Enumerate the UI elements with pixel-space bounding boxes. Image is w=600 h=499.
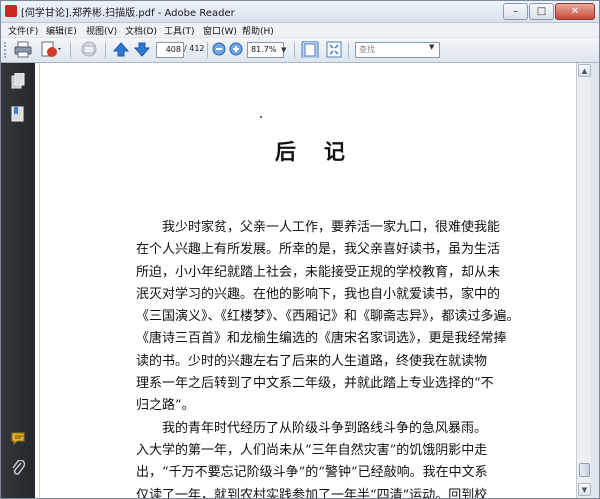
paperclip-icon[interactable] [11,460,25,476]
document-area[interactable]: 后记 我少时家贫，父亲一人工作，要养活一家九口，很难使我能在个人兴趣上有所发展。… [35,63,576,498]
email-icon[interactable] [79,41,99,58]
menu-edit[interactable]: 编辑(E) [46,24,77,37]
text-line: 在个人兴趣上有所发展。所幸的是，我父亲喜好读书，虽为生活 [136,242,501,258]
maximize-button[interactable]: □ [529,3,554,20]
search-dropdown-icon[interactable]: ▼ [429,43,434,51]
window-controls: – □ ✕ [503,3,595,20]
text-line: 《唐诗三百首》和龙榆生编选的《唐宋名家词选》，更是我经常捧 [136,331,507,347]
page-heading: 后记 [275,139,373,164]
scroll-up-icon[interactable]: ▲ [578,64,591,77]
toolbar-separator [105,42,106,58]
zoom-dropdown-icon[interactable]: ▼ [281,42,289,58]
menu-bar: 文件(F) 编辑(E) 视图(V) 文档(D) 工具(T) 窗口(W) 帮助(H… [1,23,599,37]
menu-file[interactable]: 文件(F) [8,24,38,37]
text-line: 读的书。少时的兴趣左右了后来的人生道路，终使我在就读物 [136,353,488,369]
page-body-text: 我少时家贫，父亲一人工作，要养活一家九口，很难使我能在个人兴趣上有所发展。所幸的… [136,217,514,498]
text-line: 我的青年时代经历了从阶级斗争到路线斗争的急风暴雨。 [162,420,488,436]
menu-tools[interactable]: 工具(T) [164,24,195,37]
text-line: 《三国演义》、《红楼梦》、《西厢记》和《聊斋志异》，都读过多遍。 [136,309,514,325]
adobe-reader-icon [5,5,17,17]
text-line: 出，“千万不要忘记阶级斗争”的“警钟”已经敲响。我在中文系 [136,465,488,481]
close-button[interactable]: ✕ [555,3,595,20]
toolbar-separator [207,42,208,58]
print-icon[interactable] [13,41,33,58]
text-line: 所迫，小小年纪就踏上社会，未能接受正规的学校教育，却从未 [136,264,501,280]
toolbar-separator [70,42,71,58]
text-line: 入大学的第一年，人们尚未从“三年自然灾害”的饥饿阴影中走 [136,442,488,458]
document-page: 后记 我少时家贫，父亲一人工作，要养活一家九口，很难使我能在个人兴趣上有所发展。… [39,63,576,498]
zoom-in-icon[interactable] [229,41,243,58]
scrollbar-thumb[interactable] [579,463,590,477]
app-window: [伺学甘论].郑养彬.扫描版.pdf - Adobe Reader – □ ✕ … [0,0,600,499]
text-line: 泯灭对学习的兴趣。在他的影响下，我也自小就爱读书，家中的 [136,286,501,302]
zoom-out-icon[interactable] [212,41,226,58]
menu-view[interactable]: 视图(V) [86,24,117,37]
vertical-scrollbar[interactable]: ▲ ▼ [576,63,592,498]
window-edge [591,63,599,498]
minimize-button[interactable]: – [503,3,528,20]
fit-page-icon[interactable] [301,41,319,58]
toolbar-grip[interactable] [4,42,9,58]
window-title: [伺学甘论].郑养彬.扫描版.pdf - Adobe Reader [21,8,235,19]
bookmark-icon[interactable] [11,106,25,122]
scan-speck [260,116,262,118]
text-line: 归之路”。 [136,398,195,414]
toolbar: 408 / 412 81.7% ▼ 查找 ▼ [1,38,599,63]
full-screen-icon[interactable] [325,41,343,58]
navigation-pane [1,63,35,498]
zoom-level-input[interactable]: 81.7% [247,42,284,58]
pages-icon[interactable] [11,73,25,89]
comment-icon[interactable] [11,431,25,447]
arrow-up-icon[interactable] [113,41,129,58]
page-number-input[interactable]: 408 [156,42,184,58]
menu-window[interactable]: 窗口(W) [203,24,237,37]
arrow-down-icon[interactable] [134,41,150,58]
scroll-down-icon[interactable]: ▼ [578,483,591,496]
text-line: 仅读了一年，就到农村实践参加了一年半“四清”运动。回到校 [136,487,488,498]
toolbar-separator [348,42,349,58]
text-line: 理系一年之后转到了中文系二年级，并就此踏上专业选择的“不 [136,376,494,392]
create-pdf-icon[interactable] [39,41,61,58]
menu-help[interactable]: 帮助(H) [242,24,274,37]
text-line: 我少时家贫，父亲一人工作，要养活一家九口，很难使我能 [162,220,501,235]
search-input[interactable]: 查找 [355,42,440,58]
page-total: / 412 [184,44,205,53]
title-bar: [伺学甘论].郑养彬.扫描版.pdf - Adobe Reader – □ ✕ [1,1,599,23]
menu-document[interactable]: 文档(D) [125,24,157,37]
toolbar-separator [294,42,295,58]
